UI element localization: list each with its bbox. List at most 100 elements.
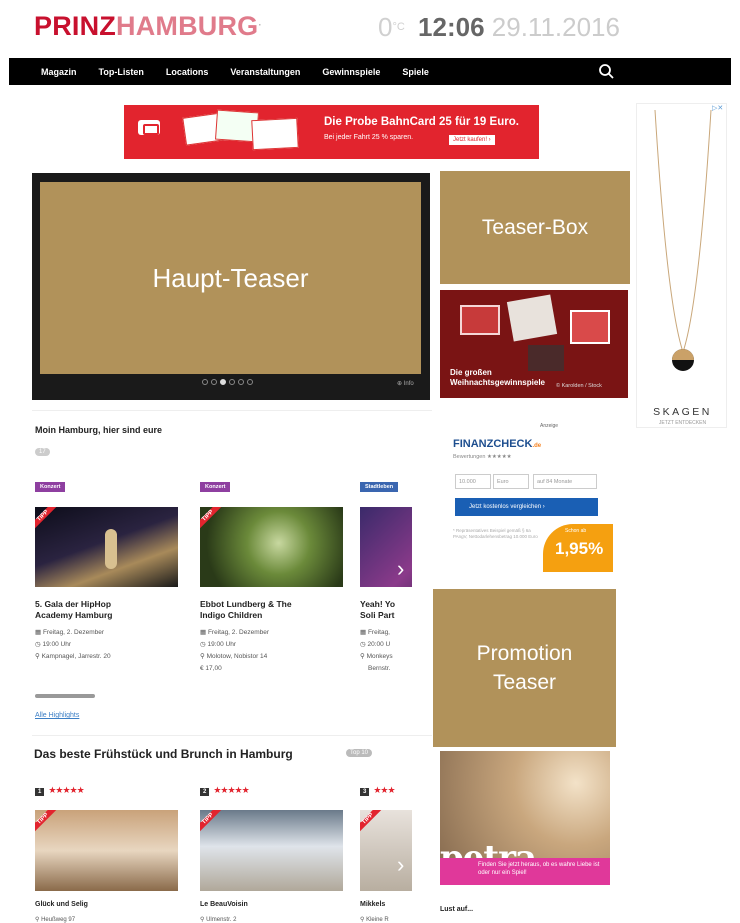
event-card[interactable]: Konzert TIPP 5. Gala der HipHop Academy … — [35, 475, 178, 663]
interest-offer-badge: Schon ab 1,95% — [543, 524, 613, 572]
top10-badge: Top 10 — [346, 749, 373, 757]
bahncard-image — [251, 117, 299, 151]
event-card[interactable]: Konzert TIPP Ebbot Lundberg & The Indigo… — [200, 475, 343, 675]
finanzcheck-rating: Bewertungen ★★★★★ — [453, 454, 512, 460]
slider-dot[interactable] — [211, 379, 217, 385]
nav-item-top-listen[interactable]: Top-Listen — [99, 67, 144, 77]
finanzcheck-logo: FINANZCHECK.de — [453, 438, 542, 450]
location-pin-icon: ⚲ — [360, 653, 367, 660]
necklace-image — [654, 109, 712, 371]
search-icon[interactable] — [598, 63, 615, 80]
events-count-badge: 17 — [35, 448, 50, 456]
carousel-scrollbar[interactable] — [35, 694, 95, 698]
tip-ribbon: TIPP — [35, 507, 60, 533]
banner-cta-button[interactable]: Jetzt kaufen! › — [449, 135, 495, 145]
slider-dot[interactable] — [202, 379, 208, 385]
tip-ribbon: TIPP — [35, 810, 60, 836]
teaser-box-placeholder[interactable]: Teaser-Box — [440, 171, 630, 284]
slider-dot[interactable] — [247, 379, 253, 385]
calendar-icon: ▦ — [35, 629, 43, 636]
event-time: ◷ 19:00 Uhr — [200, 641, 237, 648]
event-date: ▦ Freitag, 2. Dezember — [35, 629, 105, 636]
event-price: € 17,00 — [200, 665, 222, 672]
current-time: 12:06 — [418, 12, 485, 42]
current-date: 29.11.2016 — [491, 12, 620, 42]
rating-stars: ★★★★★ — [48, 785, 84, 795]
currency-field: Euro — [493, 474, 529, 489]
restaurant-card[interactable]: 1 ★★★★★ TIPP Glück und Selig ⚲ Heußweg 97 — [35, 780, 178, 923]
nav-item-veranstaltungen[interactable]: Veranstaltungen — [230, 67, 300, 77]
christmas-contest-teaser[interactable]: Die großen Weihnachtsgewinnspiele © Karo… — [440, 290, 628, 398]
brunch-section-title: Das beste Frühstück und Brunch in Hambur… — [34, 747, 293, 761]
petra-tagline: Finden Sie jetzt heraus, ob es wahre Lie… — [478, 862, 600, 876]
term-select[interactable]: auf 84 Monate — [533, 474, 597, 489]
slider-dot[interactable] — [229, 379, 235, 385]
site-logo[interactable]: PRINZHAMBURG· — [34, 10, 262, 42]
restaurant-name: Glück und Selig — [35, 901, 88, 908]
db-logo-icon — [138, 120, 160, 135]
calendar-icon: ▦ — [200, 629, 208, 636]
interest-rate: 1,95% — [555, 539, 604, 558]
nav-item-magazin[interactable]: Magazin — [41, 67, 77, 77]
logo-light-text: HAMBURG — [116, 11, 259, 41]
gift-image — [506, 294, 558, 342]
nav-item-locations[interactable]: Locations — [166, 67, 209, 77]
location-pin-icon: ⚲ — [200, 653, 207, 660]
main-navigation: Magazin Top-Listen Locations Veranstaltu… — [9, 58, 731, 85]
event-category-badge: Konzert — [200, 482, 231, 492]
finanzcheck-disclaimer: * Repräsentatives Beispiel gemäß § 6a PA… — [453, 528, 538, 539]
event-image: TIPP — [200, 507, 343, 587]
banner-subline: Bei jeder Fahrt 25 % sparen. — [324, 134, 414, 141]
event-date: ▦ Freitag, — [360, 629, 390, 636]
event-date: ▦ Freitag, 2. Dezember — [200, 629, 270, 636]
banner-headline: Die Probe BahnCard 25 für 19 Euro. — [324, 116, 519, 128]
nav-item-spiele[interactable]: Spiele — [402, 67, 429, 77]
promotion-teaser-placeholder[interactable]: Promotion Teaser — [433, 589, 616, 747]
rank-badge: 1 — [35, 788, 45, 796]
skagen-cta: JETZT ENTDECKEN — [658, 420, 707, 426]
calendar-icon: ▦ — [360, 629, 368, 636]
logo-bold-text: PRINZ — [34, 11, 116, 41]
slider-dots — [202, 379, 253, 385]
skagen-brand: SKAGEN — [653, 406, 712, 418]
tip-ribbon: TIPP — [200, 507, 225, 533]
event-venue: ⚲ Monkeys — [360, 653, 393, 660]
ad-label: Anzeige — [540, 423, 559, 429]
loan-amount-input[interactable]: 10.000 — [455, 474, 491, 489]
compare-button[interactable]: Jetzt kostenlos vergleichen › — [455, 498, 598, 516]
restaurant-card[interactable]: 3 ★★★ TIPP Mikkels ⚲ Kleine R — [360, 780, 412, 923]
finanzcheck-ad[interactable]: FINANZCHECK.de Bewertungen ★★★★★ 10.000 … — [445, 432, 623, 577]
restaurant-address: ⚲ Heußweg 97 — [35, 917, 76, 923]
bahncard-banner-ad[interactable]: Die Probe BahnCard 25 für 19 Euro. Bei j… — [124, 105, 539, 159]
event-category-badge: Stadtleben — [360, 482, 399, 492]
slider-dot[interactable] — [238, 379, 244, 385]
tip-ribbon: TIPP — [200, 810, 225, 836]
carousel-next-arrow-icon[interactable]: › — [397, 558, 415, 580]
restaurant-address: ⚲ Kleine R — [360, 917, 389, 923]
carousel-next-arrow-icon[interactable]: › — [397, 854, 415, 876]
lust-auf-heading: Lust auf... — [440, 906, 474, 913]
skagen-skyscraper-ad[interactable]: SKAGEN JETZT ENTDECKEN — [636, 103, 727, 428]
main-teaser-placeholder[interactable]: Haupt-Teaser — [40, 182, 421, 374]
temperature-unit: °C — [392, 21, 405, 33]
event-time: ◷ 20:00 U — [360, 641, 391, 648]
event-title: Ebbot Lundberg & The Indigo Children — [200, 599, 292, 620]
all-highlights-link[interactable]: Alle Highlights — [35, 712, 79, 719]
rank-badge: 3 — [360, 788, 370, 796]
teaser-info-link[interactable]: ⊕ Info — [397, 380, 414, 387]
rating-stars: ★★★ — [373, 785, 395, 795]
tip-ribbon: TIPP — [360, 810, 385, 836]
restaurant-image: TIPP — [35, 810, 178, 891]
event-venue: ⚲ Molotow, Nobistor 14 — [200, 653, 268, 660]
slider-dot-active[interactable] — [220, 379, 226, 385]
gift-image — [460, 305, 500, 335]
event-title: Yeah! Yo Soli Part — [360, 599, 396, 620]
restaurant-card[interactable]: 2 ★★★★★ TIPP Le BeauVoisin ⚲ Ulmenstr. 2 — [200, 780, 343, 923]
ad-choices-icon[interactable]: ▷✕ — [712, 104, 723, 112]
petra-ad[interactable]: petra Finden Sie jetzt heraus, ob es wah… — [440, 751, 610, 885]
event-venue: ⚲ Kampnagel, Jarrestr. 20 — [35, 653, 111, 660]
event-time: ◷ 19:00 Uhr — [35, 641, 72, 648]
weather-clock: 0°C 12:06 29.11.2016 — [378, 12, 620, 42]
nav-item-gewinnspiele[interactable]: Gewinnspiele — [322, 67, 380, 77]
christmas-teaser-title: Die großen Weihnachtsgewinnspiele — [450, 368, 545, 387]
